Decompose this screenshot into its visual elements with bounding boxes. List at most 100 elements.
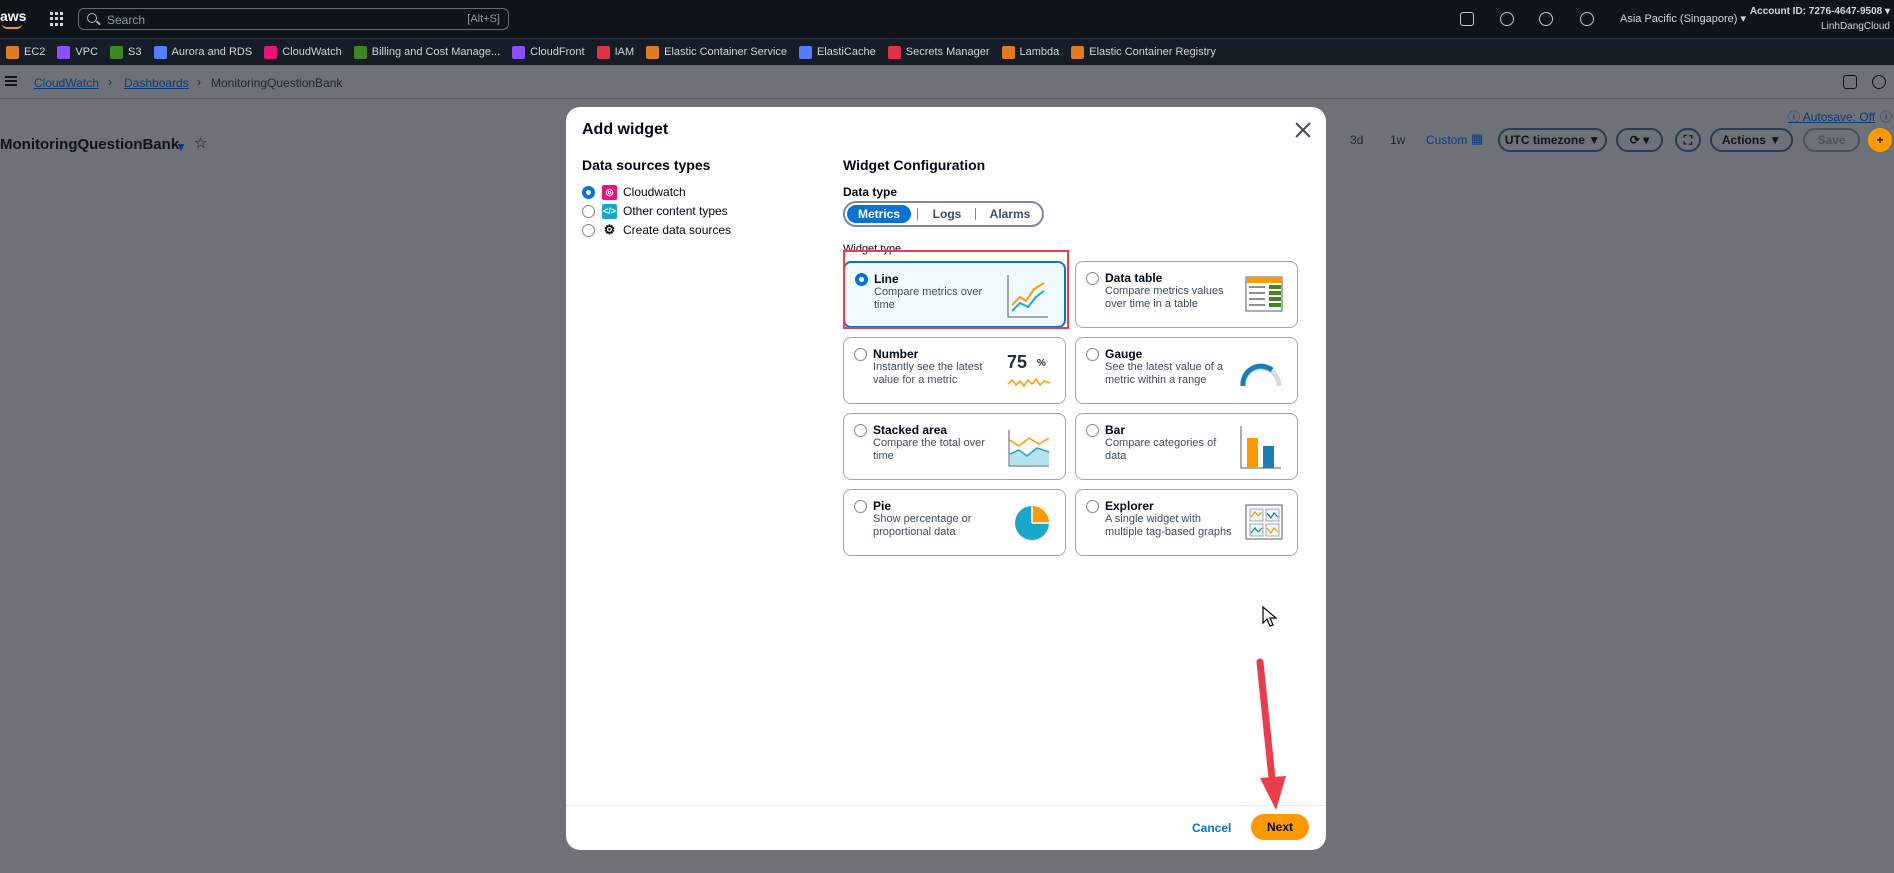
data-source-other-content[interactable]: </> Other content types (582, 203, 728, 219)
save-button[interactable]: Save (1803, 128, 1860, 152)
annotation-arrow (1256, 658, 1286, 810)
favorite-item[interactable]: CloudWatch (264, 45, 342, 59)
widget-title: Stacked area (873, 423, 948, 437)
widget-card-explorer[interactable]: Explorer A single widget with multiple t… (1075, 489, 1298, 556)
aws-logo[interactable]: aws (0, 8, 27, 29)
favorite-item[interactable]: S3 (110, 45, 142, 59)
favorite-item[interactable]: Billing and Cost Manage... (353, 45, 501, 59)
help-icon[interactable] (1539, 12, 1553, 26)
range-1w[interactable]: 1w (1390, 133, 1405, 147)
favorite-item[interactable]: EC2 (6, 45, 46, 59)
radio-bar[interactable] (1086, 424, 1099, 437)
info-icon[interactable]: ⓘ (1880, 108, 1892, 125)
service-icon (1001, 45, 1015, 59)
star-icon[interactable]: ☆ (194, 134, 207, 152)
refresh-button[interactable]: ⟳ ▾ (1616, 128, 1663, 152)
gear-icon[interactable] (1580, 12, 1594, 26)
favorite-label: EC2 (24, 46, 46, 58)
region-selector[interactable]: Asia Pacific (Singapore) ▾ (1620, 12, 1746, 25)
radio-explorer[interactable] (1086, 500, 1099, 513)
favorite-item[interactable]: VPC (57, 45, 98, 59)
favorite-label: Lambda (1019, 46, 1060, 58)
number-preview-unit: % (1037, 358, 1046, 369)
close-icon[interactable] (1293, 120, 1313, 140)
range-custom[interactable]: Custom (1426, 133, 1467, 147)
widget-title: Pie (873, 499, 892, 513)
widget-title: Number (873, 347, 919, 361)
breadcrumb-dashboards[interactable]: Dashboards (124, 76, 189, 90)
service-icon (596, 45, 610, 59)
favorite-label: ElastiCache (817, 46, 876, 58)
radio-pie[interactable] (854, 500, 867, 513)
fullscreen-button[interactable]: ⛶ (1675, 128, 1701, 152)
widget-description: Instantly see the latest value for a met… (873, 361, 983, 386)
widget-card-pie[interactable]: Pie Show percentage or proportional data (843, 489, 1066, 556)
number-preview-value: 75 (1007, 352, 1028, 372)
widget-card-number[interactable]: Number Instantly see the latest value fo… (843, 337, 1066, 404)
data-source-cloudwatch[interactable]: ◎ Cloudwatch (582, 184, 686, 200)
radio-data-table[interactable] (1086, 272, 1099, 285)
actions-dropdown[interactable]: Actions ▼ (1710, 128, 1793, 152)
monitor-icon[interactable] (1843, 75, 1857, 89)
breadcrumb-bar: CloudWatch › Dashboards › MonitoringQues… (0, 65, 1894, 99)
radio-stacked-area[interactable] (854, 424, 867, 437)
tab-logs[interactable]: Logs (923, 205, 971, 223)
modal-footer-divider (566, 805, 1326, 806)
widget-card-bar[interactable]: Bar Compare categories of data (1075, 413, 1298, 480)
favorite-label: Elastic Container Service (664, 46, 788, 58)
menu-icon[interactable] (5, 76, 17, 86)
account-menu[interactable]: Account ID: 7276-4647-9508 ▾ LinhDangClo… (1750, 4, 1890, 34)
favorite-item[interactable]: IAM (596, 45, 634, 59)
radio-cloudwatch[interactable] (582, 185, 595, 199)
add-widget-button[interactable]: + (1868, 128, 1892, 152)
favorite-item[interactable]: Elastic Container Registry (1071, 45, 1216, 59)
widget-title: Bar (1105, 423, 1126, 437)
widget-card-stacked-area[interactable]: Stacked area Compare the total over time (843, 413, 1066, 480)
calendar-icon[interactable]: ▦ (1471, 131, 1483, 147)
actions-label: Actions (1721, 133, 1766, 147)
breadcrumb-cloudwatch[interactable]: CloudWatch (34, 76, 99, 90)
tab-alarms[interactable]: Alarms (981, 205, 1039, 223)
search-shortcut: [Alt+S] (467, 13, 500, 25)
tab-metrics[interactable]: Metrics (847, 205, 911, 223)
favorite-item[interactable]: CloudFront (512, 45, 585, 59)
widget-card-data-table[interactable]: Data table Compare metrics values over t… (1075, 261, 1298, 328)
autosave-toggle[interactable]: ⓘ Autosave: Off (1788, 108, 1875, 125)
widget-title: Explorer (1105, 499, 1154, 513)
favorite-item[interactable]: Elastic Container Service (646, 45, 788, 59)
favorite-label: Elastic Container Registry (1089, 46, 1216, 58)
aws-logo-text: aws (0, 8, 27, 24)
favorite-label: Billing and Cost Manage... (371, 46, 501, 58)
radio-gauge[interactable] (1086, 348, 1099, 361)
clock-icon[interactable] (1872, 75, 1886, 89)
data-type-label: Data type (843, 185, 898, 199)
favorite-label: CloudFront (530, 46, 585, 58)
breadcrumb-current: MonitoringQuestionBank (211, 76, 343, 90)
favorite-item[interactable]: ElastiCache (799, 45, 876, 59)
data-source-create[interactable]: ⚙ Create data sources (582, 222, 731, 238)
info-icon: ⓘ (1788, 110, 1803, 124)
caret-down-icon[interactable]: ▼ (175, 140, 187, 154)
gear-icon: ⚙ (603, 222, 616, 237)
service-icon (512, 45, 526, 59)
radio-other-content[interactable] (582, 204, 595, 218)
cloudwatch-icon: ◎ (602, 184, 617, 200)
radio-number[interactable] (854, 348, 867, 361)
bell-icon[interactable] (1500, 12, 1514, 26)
radio-create-data-sources[interactable] (582, 223, 595, 237)
search-input[interactable]: Search [Alt+S] (78, 8, 509, 30)
cancel-button[interactable]: Cancel (1192, 821, 1231, 835)
timezone-dropdown[interactable]: UTC timezone ▼ (1498, 128, 1607, 152)
modal-title: Add widget (582, 121, 669, 138)
favorite-item[interactable]: Secrets Manager (887, 45, 990, 59)
cloudshell-icon[interactable] (1460, 12, 1474, 26)
search-placeholder: Search (107, 13, 146, 27)
mouse-cursor-icon (1262, 606, 1278, 627)
favorite-item[interactable]: Lambda (1001, 45, 1060, 59)
range-3d[interactable]: 3d (1350, 133, 1363, 147)
favorite-item[interactable]: Aurora and RDS (153, 45, 252, 59)
data-source-label: Cloudwatch (623, 185, 686, 199)
favorite-label: CloudWatch (282, 46, 342, 58)
widget-card-gauge[interactable]: Gauge See the latest value of a metric w… (1075, 337, 1298, 404)
services-grid-icon[interactable] (50, 12, 64, 26)
